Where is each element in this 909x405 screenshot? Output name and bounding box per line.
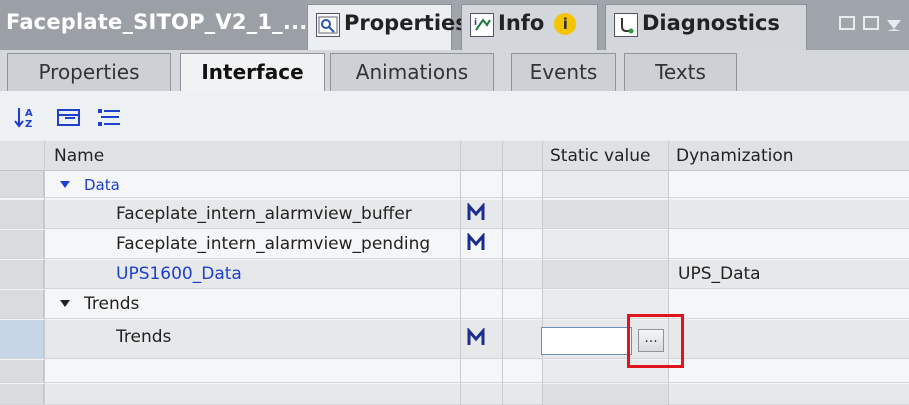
restore-window-icon[interactable] (839, 16, 855, 30)
row-header[interactable] (0, 171, 44, 197)
row-header[interactable] (0, 360, 44, 382)
column-divider (502, 141, 503, 405)
info-arrow-icon: i (470, 13, 494, 37)
column-static-value-header[interactable]: Static value (550, 146, 650, 166)
table-header: Name Static value Dynamization (0, 141, 909, 171)
tab-diagnostics-label: Diagnostics (642, 11, 780, 35)
row-name: Trends (84, 294, 140, 314)
column-divider (460, 141, 461, 405)
static-value-cell[interactable] (542, 171, 668, 197)
column-name-header[interactable]: Name (54, 146, 104, 166)
tab-properties[interactable]: Properties (307, 4, 468, 50)
row-header[interactable] (0, 290, 44, 318)
static-value-cell[interactable] (542, 230, 668, 258)
row-name: Faceplate_intern_alarmview_pending (116, 234, 431, 254)
static-value-cell[interactable] (542, 260, 668, 288)
subtab-properties[interactable]: Properties (7, 53, 171, 91)
subtab-events[interactable]: Events (511, 53, 616, 91)
tab-properties-label: Properties (344, 11, 468, 35)
tab-info-label: Info (498, 11, 545, 35)
table-row[interactable]: UPS1600_Data UPS_Data (0, 260, 909, 289)
column-divider (542, 141, 543, 405)
subtab-animations[interactable]: Animations (330, 53, 494, 91)
column-divider (44, 141, 45, 405)
row-header[interactable] (0, 384, 44, 404)
table-row[interactable] (0, 384, 909, 405)
interface-connector-icon (466, 202, 486, 223)
row-name: Trends (116, 327, 172, 347)
table-row[interactable]: Data (0, 171, 909, 198)
interface-table: Name Static value Dynamization Data Face… (0, 141, 909, 405)
table-row[interactable] (0, 360, 909, 383)
row-header[interactable] (0, 320, 44, 358)
svg-text:A: A (25, 108, 33, 119)
static-value-cell[interactable] (542, 200, 668, 228)
highlight-box (627, 314, 684, 368)
row-name: Data (84, 176, 120, 194)
interface-toolbar: AZ (0, 91, 909, 141)
info-badge-icon: i (554, 13, 577, 35)
svg-text:i: i (474, 18, 477, 28)
dynamization-value[interactable]: UPS_Data (678, 264, 761, 284)
expand-folder-icon[interactable] (56, 105, 82, 129)
interface-connector-icon (466, 232, 486, 253)
window-controls (839, 16, 901, 31)
static-value-input[interactable] (541, 327, 632, 355)
row-header[interactable] (0, 260, 44, 288)
table-row[interactable]: Faceplate_intern_alarmview_buffer (0, 200, 909, 229)
tab-info[interactable]: i Info i (461, 4, 598, 50)
properties-magnifier-icon (316, 13, 340, 37)
table-row[interactable]: Trends (0, 320, 909, 359)
table-row[interactable]: Faceplate_intern_alarmview_pending (0, 230, 909, 259)
tab-diagnostics[interactable]: Diagnostics (605, 4, 807, 50)
table-row[interactable]: Trends (0, 290, 909, 319)
svg-text:Z: Z (25, 119, 32, 129)
expand-arrow-icon[interactable] (60, 300, 70, 307)
column-dynamization-header[interactable]: Dynamization (676, 146, 794, 166)
static-value-cell[interactable] (542, 384, 668, 404)
inspector-title-bar: Faceplate_SITOP_V2_1_... Properties i In… (0, 0, 909, 50)
panel-menu-icon[interactable] (863, 16, 879, 30)
chevron-down-icon[interactable] (887, 20, 901, 31)
sort-az-icon[interactable]: AZ (14, 105, 40, 130)
row-header[interactable] (0, 230, 44, 258)
row-name: UPS1600_Data (116, 264, 242, 284)
expand-arrow-icon[interactable] (60, 181, 70, 188)
interface-connector-icon (466, 327, 486, 348)
collapse-list-icon[interactable] (96, 105, 122, 129)
row-header[interactable] (0, 200, 44, 228)
row-name: Faceplate_intern_alarmview_buffer (116, 204, 412, 224)
diagnostics-icon (614, 13, 638, 37)
subtab-interface[interactable]: Interface (180, 53, 325, 92)
subtab-bar: Properties Interface Animations Events T… (0, 50, 909, 92)
subtab-texts[interactable]: Texts (624, 53, 737, 91)
panel-title: Faceplate_SITOP_V2_1_... (0, 0, 307, 50)
